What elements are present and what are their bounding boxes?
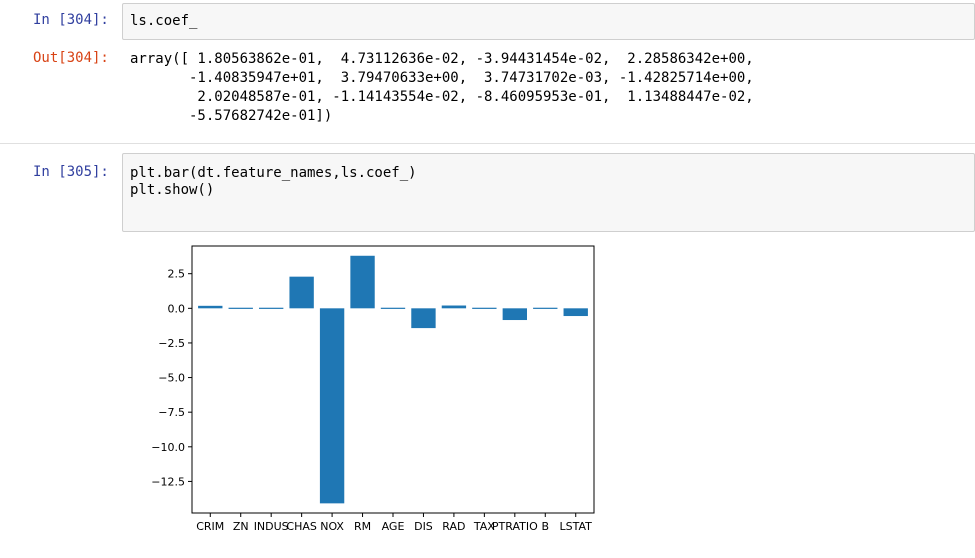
cell-2-code: plt.bar(dt.feature_names,ls.coef_) plt.sh… <box>130 165 417 199</box>
y-tick-label: −7.5 <box>158 406 185 419</box>
output-line: -5.57682742e-01]) <box>130 108 333 124</box>
code-line: ls.coef_ <box>130 13 198 29</box>
cell-2-in-prompt: In [305]: <box>33 164 109 180</box>
output-line: 2.02048587e-01, -1.14143554e-02, -8.4609… <box>130 89 754 105</box>
bar-chart: 2.5 0.0 −2.5 −5.0 −7.5 −10.0 −12.5 CRIM ZN INDUSC… <box>151 245 595 533</box>
bar-zn <box>228 307 253 309</box>
bar-lstat <box>563 308 588 317</box>
output-line: array([ 1.80563862e-01, 4.73112636e-02, … <box>130 51 754 67</box>
x-tick-label: CHAS <box>286 520 316 533</box>
bar-nox <box>319 308 345 504</box>
y-tick-label: 2.5 <box>168 268 186 281</box>
x-tick-label: DIS <box>414 520 433 533</box>
output-line: -1.40835947e+01, 3.79470633e+00, 3.74731… <box>130 70 754 86</box>
cell-1-output: array([ 1.80563862e-01, 4.73112636e-02, … <box>130 50 754 126</box>
bar-b <box>533 307 558 309</box>
x-tick-label: LSTAT <box>560 520 593 533</box>
x-tick-label: B <box>541 520 549 533</box>
y-tick-label: −5.0 <box>158 372 185 385</box>
bar-rad <box>441 305 467 309</box>
bar-ptratio <box>502 308 527 321</box>
x-tick-label: NOX <box>320 520 344 533</box>
x-tick-label: RAD <box>442 520 465 533</box>
bar-crim <box>198 305 223 309</box>
bar-dis <box>411 308 436 329</box>
bar-tax <box>472 307 497 309</box>
x-tick-label: RM <box>354 520 371 533</box>
cell-separator <box>0 143 975 144</box>
y-tick-label: 0.0 <box>168 302 186 315</box>
bar-chas <box>289 276 314 309</box>
cell-1-out-prompt: Out[304]: <box>33 50 109 66</box>
x-tick-label: ZN <box>233 520 249 533</box>
y-tick-label: −12.5 <box>151 475 185 488</box>
cell-1-in-prompt: In [304]: <box>33 12 109 28</box>
code-line: plt.show() <box>130 182 215 198</box>
y-tick-label: −10.0 <box>151 441 185 454</box>
cell-1-input[interactable]: ls.coef_ <box>122 3 975 40</box>
x-tick-label: INDUS <box>254 520 289 533</box>
x-tick-label: PTRATIO <box>492 520 538 533</box>
cell-2-input[interactable]: plt.bar(dt.feature_names,ls.coef_) plt.sh… <box>122 153 975 232</box>
x-tick-label: CRIM <box>196 520 224 533</box>
cell-1-code: ls.coef_ <box>130 13 197 30</box>
axes-frame <box>191 245 595 514</box>
x-tick-label: AGE <box>382 520 405 533</box>
bar-indus <box>259 307 284 309</box>
bar-rm <box>350 255 375 309</box>
bar-age <box>380 307 406 309</box>
y-tick-label: −2.5 <box>158 337 185 350</box>
code-line: plt.bar(dt.feature_names,ls.coef_) <box>130 165 417 181</box>
